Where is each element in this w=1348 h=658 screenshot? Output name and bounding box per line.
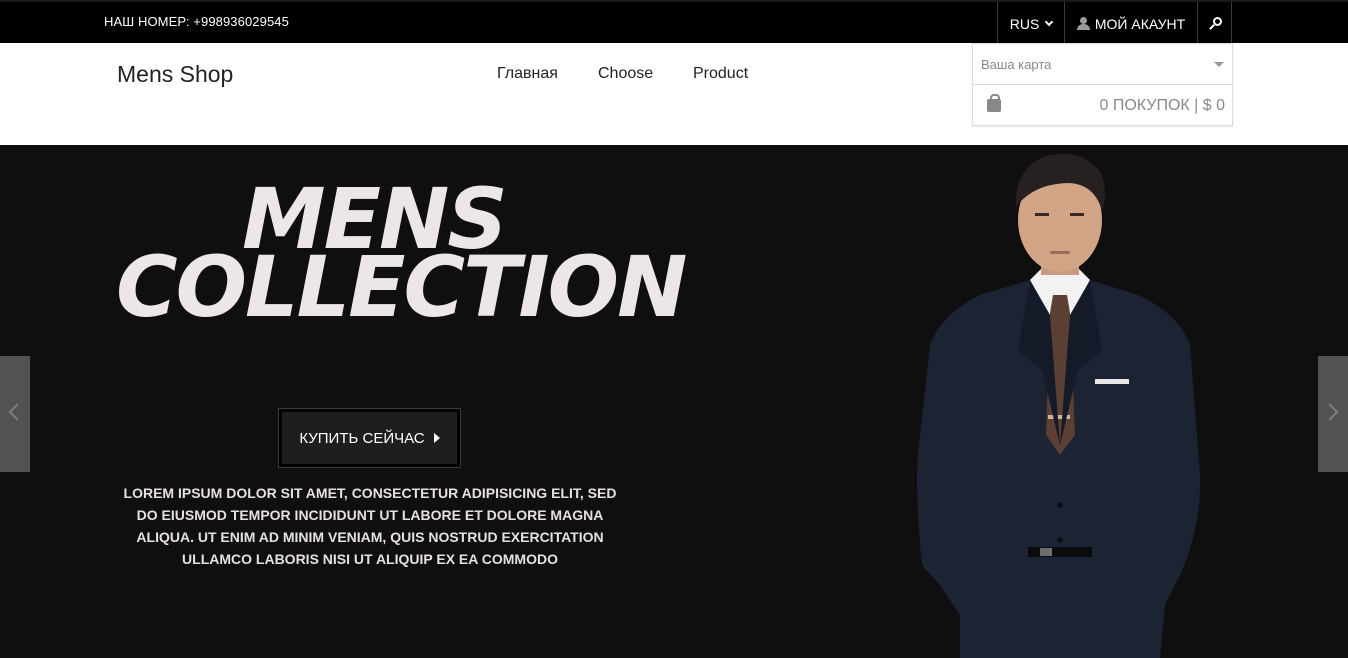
nav-link-choose[interactable]: Choose	[598, 65, 653, 83]
slider-prev-button[interactable]	[0, 356, 30, 472]
caret-down-icon	[1214, 62, 1224, 67]
top-bar: НАШ НОМЕР: +998936029545 RUS МОЙ АКАУНТ	[0, 0, 1348, 45]
slider-next-button[interactable]	[1318, 356, 1348, 472]
hero-banner: MENS COLLECTION КУПИТЬ СЕЙЧАС LOREM IPSU…	[0, 145, 1348, 658]
chevron-down-icon	[1045, 17, 1054, 26]
buy-now-button[interactable]: КУПИТЬ СЕЙЧАС	[278, 408, 461, 468]
account-label: МОЙ АКАУНТ	[1094, 15, 1186, 32]
caret-right-icon	[433, 433, 440, 443]
language-selector[interactable]: RUS	[997, 2, 1064, 45]
model-in-suit-image	[917, 153, 1201, 658]
phone-number: НАШ НОМЕР: +998936029545	[104, 14, 289, 29]
nav-link-home[interactable]: Главная	[497, 65, 558, 83]
hero-description: LOREM IPSUM DOLOR SIT AMET, CONSECTETUR …	[123, 485, 617, 567]
chevron-right-icon	[1321, 403, 1339, 421]
site-logo[interactable]: Mens Shop	[117, 61, 233, 88]
language-label: RUS	[1009, 15, 1040, 32]
shopping-bag-icon	[987, 94, 1001, 112]
card-select-placeholder: Ваша карта	[981, 57, 1052, 72]
cart-widget: Ваша карта 0 ПОКУПОК | $ 0	[972, 43, 1233, 126]
account-button[interactable]: МОЙ АКАУНТ	[1064, 2, 1197, 45]
cart-summary-row[interactable]: 0 ПОКУПОК | $ 0	[973, 85, 1232, 125]
chevron-left-icon	[8, 403, 26, 421]
buy-now-label: КУПИТЬ СЕЙЧАС	[299, 429, 425, 447]
hero-title-line2: COLLECTION	[116, 238, 687, 336]
search-button[interactable]	[1197, 2, 1232, 45]
nav-link-product[interactable]: Product	[693, 65, 748, 83]
card-select[interactable]: Ваша карта	[973, 44, 1232, 85]
user-icon	[1076, 17, 1090, 30]
cart-summary: 0 ПОКУПОК | $ 0	[1099, 97, 1225, 114]
search-icon	[1208, 16, 1222, 31]
